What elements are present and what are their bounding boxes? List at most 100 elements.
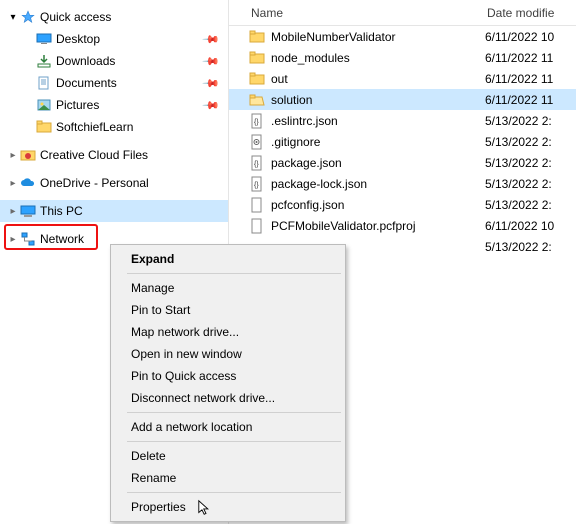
column-header-date[interactable]: Date modifie — [487, 6, 576, 20]
tree-item-softchief[interactable]: SoftchiefLearn — [0, 116, 228, 138]
file-name: package.json — [271, 156, 485, 170]
file-name: solution — [271, 93, 485, 107]
tree-label: Desktop — [56, 32, 100, 46]
menu-item-disconnect-drive[interactable]: Disconnect network drive... — [113, 387, 343, 409]
tree-label: OneDrive - Personal — [40, 176, 149, 190]
json-icon: {} — [249, 113, 265, 129]
tree-label: Creative Cloud Files — [40, 148, 148, 162]
menu-item-rename[interactable]: Rename — [113, 467, 343, 489]
computer-icon — [20, 203, 36, 219]
tree-label: This PC — [40, 204, 83, 218]
file-name: pcfconfig.json — [271, 198, 485, 212]
pin-icon: 📌 — [202, 52, 221, 71]
menu-item-manage[interactable]: Manage — [113, 277, 343, 299]
menu-item-map-drive[interactable]: Map network drive... — [113, 321, 343, 343]
folder-icon — [36, 119, 52, 135]
tree-item-desktop[interactable]: Desktop 📌 — [0, 28, 228, 50]
file-row[interactable]: out6/11/2022 11 — [229, 68, 576, 89]
file-date: 5/13/2022 2: — [485, 198, 552, 212]
desktop-icon — [36, 31, 52, 47]
pictures-icon — [36, 97, 52, 113]
json-icon: {} — [249, 176, 265, 192]
downloads-icon — [36, 53, 52, 69]
svg-text:{}: {} — [254, 161, 259, 168]
folder-open-icon — [249, 92, 265, 108]
gear-icon — [249, 134, 265, 150]
file-row[interactable]: node_modules6/11/2022 11 — [229, 47, 576, 68]
tree-label: Quick access — [40, 10, 111, 24]
chevron-right-icon[interactable]: ▸ — [6, 206, 20, 217]
folder-icon — [249, 29, 265, 45]
star-icon — [20, 9, 36, 25]
file-name: MobileNumberValidator — [271, 30, 485, 44]
json-icon: {} — [249, 155, 265, 171]
tree-item-downloads[interactable]: Downloads 📌 — [0, 50, 228, 72]
tree-label: Network — [40, 232, 84, 246]
menu-separator — [127, 412, 341, 413]
file-name: node_modules — [271, 51, 485, 65]
menu-item-open-new-window[interactable]: Open in new window — [113, 343, 343, 365]
file-date: 5/13/2022 2: — [485, 114, 552, 128]
file-date: 6/11/2022 10 — [485, 30, 554, 44]
file-date: 6/11/2022 11 — [485, 93, 553, 107]
file-date: 5/13/2022 2: — [485, 240, 552, 254]
menu-item-add-network-location[interactable]: Add a network location — [113, 416, 343, 438]
tree-label: Pictures — [56, 98, 99, 112]
folder-icon — [249, 50, 265, 66]
file-icon — [249, 197, 265, 213]
menu-item-pin-quick-access[interactable]: Pin to Quick access — [113, 365, 343, 387]
column-headers: Name Date modifie — [229, 0, 576, 26]
menu-separator — [127, 441, 341, 442]
tree-label: Downloads — [56, 54, 115, 68]
column-header-name[interactable]: Name — [229, 6, 487, 20]
menu-item-pin-start[interactable]: Pin to Start — [113, 299, 343, 321]
documents-icon — [36, 75, 52, 91]
file-date: 6/11/2022 10 — [485, 219, 554, 233]
tree-item-quick-access[interactable]: ▾ Quick access — [0, 6, 228, 28]
file-row[interactable]: PCFMobileValidator.pcfproj6/11/2022 10 — [229, 215, 576, 236]
context-menu: Expand Manage Pin to Start Map network d… — [110, 244, 346, 522]
folder-icon — [249, 71, 265, 87]
tree-item-this-pc[interactable]: ▸ This PC — [0, 200, 228, 222]
file-date: 5/13/2022 2: — [485, 177, 552, 191]
file-row[interactable]: solution6/11/2022 11 — [229, 89, 576, 110]
file-row[interactable]: .gitignore5/13/2022 2: — [229, 131, 576, 152]
chevron-right-icon[interactable]: ▸ — [6, 234, 20, 245]
file-row[interactable]: MobileNumberValidator6/11/2022 10 — [229, 26, 576, 47]
menu-separator — [127, 492, 341, 493]
menu-item-delete[interactable]: Delete — [113, 445, 343, 467]
file-date: 5/13/2022 2: — [485, 135, 552, 149]
tree-item-documents[interactable]: Documents 📌 — [0, 72, 228, 94]
file-name: .eslintrc.json — [271, 114, 485, 128]
pin-icon: 📌 — [202, 74, 221, 93]
tree-label: Documents — [56, 76, 117, 90]
tree-label: SoftchiefLearn — [56, 120, 133, 134]
chevron-right-icon[interactable]: ▸ — [6, 178, 20, 189]
file-name: .gitignore — [271, 135, 485, 149]
tree-item-creative-cloud[interactable]: ▸ Creative Cloud Files — [0, 144, 228, 166]
file-row[interactable]: {} package.json5/13/2022 2: — [229, 152, 576, 173]
file-row[interactable]: {} package-lock.json5/13/2022 2: — [229, 173, 576, 194]
file-row[interactable]: pcfconfig.json5/13/2022 2: — [229, 194, 576, 215]
tree-item-onedrive[interactable]: ▸ OneDrive - Personal — [0, 172, 228, 194]
tree-item-pictures[interactable]: Pictures 📌 — [0, 94, 228, 116]
svg-text:{}: {} — [254, 119, 259, 126]
chevron-right-icon[interactable]: ▸ — [6, 150, 20, 161]
file-row[interactable]: {} .eslintrc.json5/13/2022 2: — [229, 110, 576, 131]
menu-item-properties[interactable]: Properties — [113, 496, 343, 518]
menu-item-expand[interactable]: Expand — [113, 248, 343, 270]
file-date: 6/11/2022 11 — [485, 72, 553, 86]
network-icon — [20, 231, 36, 247]
creative-cloud-icon — [20, 147, 36, 163]
file-icon — [249, 218, 265, 234]
file-name: PCFMobileValidator.pcfproj — [271, 219, 485, 233]
menu-separator — [127, 273, 341, 274]
cloud-icon — [20, 175, 36, 191]
pin-icon: 📌 — [202, 96, 221, 115]
pin-icon: 📌 — [202, 30, 221, 49]
chevron-down-icon[interactable]: ▾ — [6, 12, 20, 23]
file-name: out — [271, 72, 485, 86]
file-date: 5/13/2022 2: — [485, 156, 552, 170]
file-date: 6/11/2022 11 — [485, 51, 553, 65]
file-name: package-lock.json — [271, 177, 485, 191]
